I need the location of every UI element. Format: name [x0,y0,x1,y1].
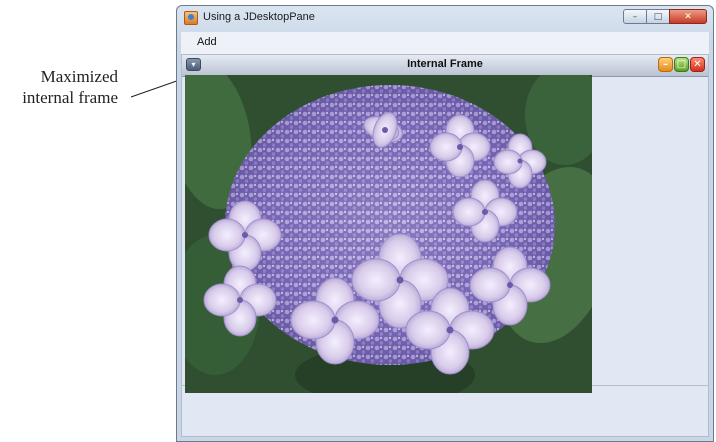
window-close-button[interactable]: ✕ [669,9,707,24]
minimize-icon: – [663,59,668,70]
menu-add[interactable]: Add [197,36,217,48]
internal-minimize-button[interactable]: – [658,57,673,72]
internal-frame-titlebar[interactable]: ▾ Internal Frame – □ ✕ [182,55,708,77]
internal-frame-title: Internal Frame [407,58,483,70]
app-window: Using a JDesktopPane – □ ✕ Add ▾ Interna… [176,5,714,442]
maximize-icon: □ [676,59,687,70]
internal-maximize-button[interactable]: □ [674,57,689,72]
close-icon: ✕ [693,59,702,70]
hydrangea-photo [185,75,592,393]
callout-label: Maximized internal frame [0,66,118,108]
internal-close-button[interactable]: ✕ [690,57,705,72]
window-controls: – □ ✕ [623,9,707,24]
menu-bar: Add [181,32,709,54]
window-titlebar[interactable]: Using a JDesktopPane – □ ✕ [177,6,713,30]
internal-frame-controls: – □ ✕ [658,57,705,72]
window-title: Using a JDesktopPane [203,11,315,23]
maximize-icon: □ [653,11,663,22]
callout-line-2: internal frame [22,88,118,107]
close-icon: ✕ [684,11,692,22]
callout-line-1: Maximized [40,67,118,86]
java-cup-icon[interactable] [184,11,198,25]
minimize-icon: – [632,11,638,22]
window-minimize-button[interactable]: – [623,9,647,24]
window-maximize-button[interactable]: □ [646,9,670,24]
